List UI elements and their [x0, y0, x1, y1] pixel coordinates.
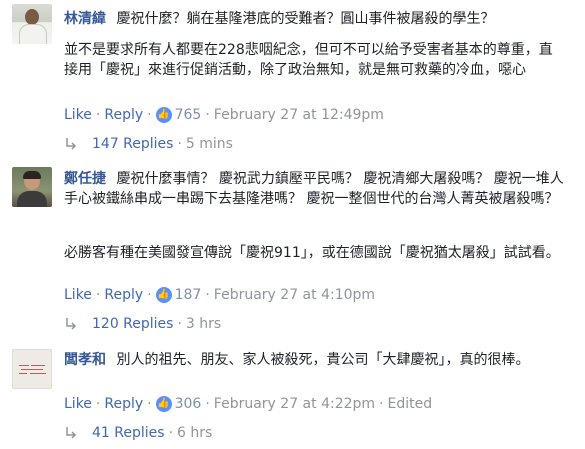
replies-count[interactable]: 41 Replies [92, 425, 165, 441]
comment-actions: Like · Reply · 👍 765 · February 27 at 12… [64, 106, 384, 124]
replies-time: 5 mins [185, 136, 233, 152]
thumbs-up-icon[interactable]: 👍 [155, 396, 172, 412]
reply-arrow-icon [64, 426, 78, 440]
thumbs-up-icon[interactable]: 👍 [155, 107, 172, 123]
separator: · [168, 425, 174, 441]
comment-author[interactable]: 鄭任捷 [64, 171, 106, 187]
replies-time: 6 hrs [177, 425, 213, 441]
avatar[interactable] [12, 167, 52, 207]
reply-link[interactable]: Reply [104, 395, 143, 413]
separator: · [379, 396, 384, 412]
separator: · [95, 107, 101, 123]
reply-link[interactable]: Reply [104, 286, 143, 304]
separator: · [147, 396, 152, 412]
edited-label[interactable]: Edited [387, 395, 432, 413]
replies-count[interactable]: 147 Replies [92, 136, 173, 152]
comment-text: 慶祝什麼事情？ 慶祝武力鎮壓平民嗎？ 慶祝清鄉大屠殺嗎？ 慶祝一堆人手心被鐵絲串… [64, 171, 564, 207]
separator: · [95, 396, 101, 412]
comment-body: 必勝客有種在美國發宣傳說「慶祝911」，或在德國說「慶祝猶太屠殺」試試看。 [64, 245, 560, 261]
comment-actions: Like · Reply · 👍 306 · February 27 at 4:… [64, 395, 432, 413]
avatar[interactable] [12, 349, 52, 389]
comment-author[interactable]: 林清緯 [64, 11, 106, 27]
like-link[interactable]: Like [64, 106, 92, 124]
like-link[interactable]: Like [64, 395, 92, 413]
like-count[interactable]: 306 [175, 395, 202, 413]
reply-arrow-icon [64, 137, 78, 151]
timestamp[interactable]: February 27 at 4:22pm [214, 395, 375, 413]
like-link[interactable]: Like [64, 286, 92, 304]
comment-actions: Like · Reply · 👍 187 · February 27 at 4:… [64, 286, 375, 304]
timestamp[interactable]: February 27 at 12:49pm [214, 106, 384, 124]
replies-time: 3 hrs [185, 316, 222, 332]
separator: · [205, 287, 210, 303]
like-count[interactable]: 187 [175, 286, 202, 304]
separator: · [177, 136, 182, 152]
separator: · [147, 287, 152, 303]
view-replies-link[interactable]: 41 Replies · 6 hrs [64, 425, 212, 441]
separator: · [205, 107, 210, 123]
comment-author[interactable]: 闆孝和 [64, 352, 106, 368]
separator: · [147, 107, 152, 123]
comment-text: 別人的祖先、朋友、家人被殺死，貴公司「大肆慶祝」，真的很棒。 [116, 352, 530, 368]
separator: · [177, 316, 182, 332]
timestamp[interactable]: February 27 at 4:10pm [214, 286, 375, 304]
like-count[interactable]: 765 [175, 106, 202, 124]
reply-arrow-icon [64, 317, 78, 331]
view-replies-link[interactable]: 120 Replies · 3 hrs [64, 316, 221, 332]
avatar[interactable] [12, 4, 52, 44]
reply-link[interactable]: Reply [104, 106, 143, 124]
view-replies-link[interactable]: 147 Replies · 5 mins [64, 136, 233, 152]
thumbs-up-icon[interactable]: 👍 [155, 287, 172, 303]
separator: · [205, 396, 210, 412]
separator: · [95, 287, 101, 303]
comment-text: 慶祝什麼？躺在基隆港底的受難者？圓山事件被屠殺的學生？ [116, 11, 495, 27]
comment-body: 並不是要求所有人都要在228悲咽紀念，但可不可以給予受害者基本的尊重，直接用「慶… [64, 42, 553, 78]
replies-count[interactable]: 120 Replies [92, 316, 173, 332]
